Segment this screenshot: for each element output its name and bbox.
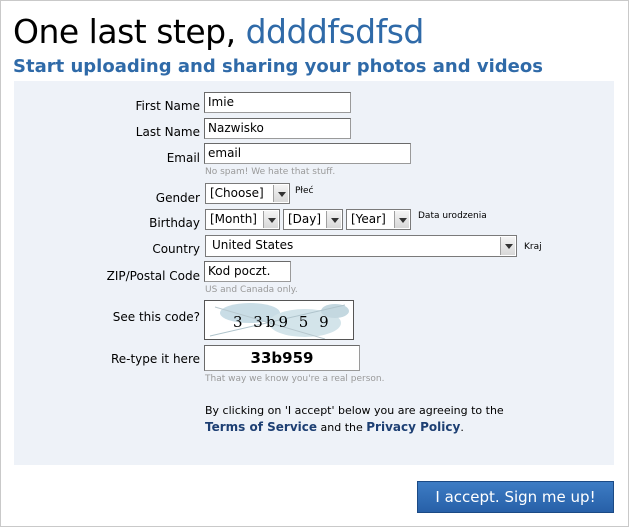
retype-hint: That way we know you're a real person. [205, 374, 385, 384]
first-name-input[interactable]: Imie [204, 92, 351, 113]
country-side-label: Kraj [524, 242, 542, 252]
captcha-label: See this code? [112, 310, 200, 324]
page-title: One last step, ddddfsdfsd [13, 12, 424, 51]
zip-input[interactable]: Kod poczt. [204, 261, 291, 282]
chevron-down-icon [263, 211, 278, 228]
birthday-side-label: Data urodzenia [418, 211, 487, 221]
country-selected-value: United States [212, 238, 294, 252]
chevron-down-icon [500, 237, 515, 255]
gender-select[interactable]: [Choose] [205, 183, 290, 204]
agreement-end: . [460, 421, 464, 434]
captcha-image: 3 3b9 5 9 [204, 300, 354, 340]
title-prefix: One last step, [13, 12, 236, 51]
chevron-down-icon [273, 185, 288, 202]
last-name-label: Last Name [135, 125, 200, 139]
country-label: Country [152, 242, 200, 256]
username: ddddfsdfsd [245, 12, 425, 51]
year-selected-value: [Year] [351, 212, 386, 226]
zip-hint: US and Canada only. [205, 285, 298, 295]
birthday-year-select[interactable]: [Year] [346, 209, 411, 230]
email-label: Email [166, 151, 200, 165]
captcha-response-input[interactable]: 33b959 [204, 345, 360, 371]
chevron-down-icon [326, 211, 341, 228]
birthday-month-select[interactable]: [Month] [205, 209, 280, 230]
gender-selected-value: [Choose] [210, 186, 264, 200]
birthday-label: Birthday [149, 216, 200, 230]
birthday-day-select[interactable]: [Day] [283, 209, 343, 230]
retype-label: Re-type it here [110, 352, 200, 366]
last-name-input[interactable]: Nazwisko [204, 118, 351, 139]
agreement-text: By clicking on 'I accept' below you are … [205, 403, 504, 436]
page-subtitle: Start uploading and sharing your photos … [13, 56, 543, 77]
chevron-down-icon [394, 211, 409, 228]
terms-of-service-link[interactable]: Terms of Service [205, 420, 317, 434]
privacy-policy-link[interactable]: Privacy Policy [366, 420, 460, 434]
country-select[interactable]: United States [205, 235, 517, 257]
agreement-conjunction: and the [320, 421, 363, 434]
day-selected-value: [Day] [288, 212, 322, 226]
email-hint: No spam! We hate that stuff. [205, 167, 336, 177]
zip-label: ZIP/Postal Code [106, 269, 200, 283]
email-input[interactable]: email [204, 143, 411, 164]
first-name-label: First Name [135, 99, 200, 113]
captcha-code-text: 3 3b9 5 9 [233, 313, 332, 331]
accept-signup-button[interactable]: I accept. Sign me up! [417, 481, 614, 513]
month-selected-value: [Month] [210, 212, 257, 226]
gender-side-label: Płeć [295, 186, 314, 196]
gender-label: Gender [155, 191, 200, 205]
agreement-lead: By clicking on 'I accept' below you are … [205, 404, 504, 417]
